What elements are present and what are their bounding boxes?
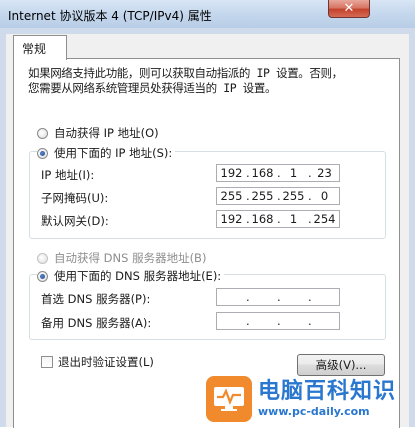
- octet: 192: [220, 212, 243, 226]
- dns-auto-label: 自动获得 DNS 服务器地址(B): [54, 251, 207, 265]
- octet: 192: [220, 166, 243, 180]
- ip-address-label: IP 地址(I):: [41, 168, 95, 182]
- title-bar: Internet 协议版本 4 (TCP/IPv4) 属性 ✕: [0, 0, 415, 29]
- watermark-logo: [206, 375, 252, 422]
- octet: 1: [289, 212, 298, 226]
- octet: 255: [282, 189, 305, 203]
- subnet-mask-label: 子网掩码(U):: [41, 191, 109, 205]
- dns-auto-radio[interactable]: [37, 252, 48, 264]
- dns-manual-label: 使用下面的 DNS 服务器地址(E):: [54, 269, 222, 283]
- preferred-dns-label: 首选 DNS 服务器(P):: [41, 292, 151, 306]
- ip-auto-radio[interactable]: [37, 127, 48, 139]
- description-text: 如果网络支持此功能，则可以获取自动指派的 IP 设置。否则， 您需要从网络系统管…: [28, 66, 343, 95]
- validate-on-exit-label: 退出时验证设置(L): [58, 355, 154, 369]
- tab-general-label: 常规: [22, 42, 47, 56]
- ip-manual-radio[interactable]: [37, 147, 48, 159]
- validate-on-exit-checkbox[interactable]: [41, 356, 53, 368]
- validate-on-exit-option[interactable]: 退出时验证设置(L): [41, 354, 154, 370]
- octet: 254: [313, 212, 336, 226]
- subnet-mask-field[interactable]: 255. 255. 255. 0: [216, 187, 340, 205]
- close-icon: ✕: [343, 1, 355, 16]
- dns-auto-option[interactable]: 自动获得 DNS 服务器地址(B): [37, 250, 206, 266]
- octet: 0: [320, 189, 329, 203]
- window-title: Internet 协议版本 4 (TCP/IPv4) 属性: [8, 9, 212, 23]
- ip-auto-label: 自动获得 IP 地址(O): [54, 126, 159, 140]
- octet: 168: [251, 212, 274, 226]
- preferred-dns-field[interactable]: . . .: [216, 288, 340, 306]
- watermark-title: 电脑百科知识: [258, 379, 397, 404]
- octet: 168: [251, 166, 274, 180]
- dns-manual-option[interactable]: 使用下面的 DNS 服务器地址(E):: [37, 268, 225, 284]
- watermark-url: www.pc-daily.com: [258, 405, 370, 418]
- alternate-dns-label: 备用 DNS 服务器(A):: [41, 316, 152, 330]
- close-button[interactable]: ✕: [328, 0, 370, 18]
- octet: 23: [317, 166, 332, 180]
- dns-manual-radio[interactable]: [37, 270, 48, 282]
- ip-manual-option[interactable]: 使用下面的 IP 地址(S):: [37, 145, 176, 161]
- ip-auto-option[interactable]: 自动获得 IP 地址(O): [37, 125, 159, 141]
- watermark: 电脑百科知识 www.pc-daily.com: [196, 370, 415, 427]
- octet: 1: [289, 166, 298, 180]
- octet: 255: [251, 189, 274, 203]
- alternate-dns-field[interactable]: . . .: [216, 312, 340, 330]
- default-gateway-field[interactable]: 192. 168. 1. 254: [216, 210, 340, 228]
- tab-general[interactable]: 常规: [13, 35, 67, 60]
- octet: 255: [220, 189, 243, 203]
- ip-address-field[interactable]: 192. 168. 1. 23: [216, 164, 340, 182]
- default-gateway-label: 默认网关(D):: [41, 214, 109, 228]
- ip-manual-label: 使用下面的 IP 地址(S):: [54, 146, 173, 160]
